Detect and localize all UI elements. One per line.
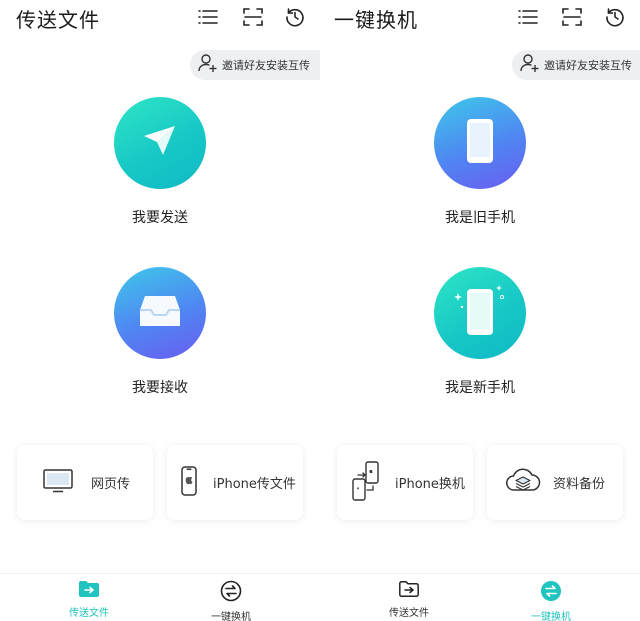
new-phone-button[interactable] bbox=[434, 267, 526, 359]
add-user-icon bbox=[198, 53, 218, 77]
new-phone-sparkle-icon bbox=[450, 283, 510, 343]
send-label: 我要发送 bbox=[132, 210, 188, 226]
iphone-transfer-card[interactable]: iPhone传文件 bbox=[167, 445, 303, 520]
data-backup-card[interactable]: 资料备份 bbox=[487, 445, 623, 520]
card-label: iPhone换机 bbox=[395, 477, 465, 492]
tab-label: 传送文件 bbox=[69, 608, 109, 619]
monitor-icon bbox=[43, 468, 73, 497]
invite-friends-button[interactable]: 邀请好友安装互传 bbox=[190, 50, 320, 80]
new-phone-label: 我是新手机 bbox=[445, 380, 515, 396]
card-label: 网页传 bbox=[91, 477, 131, 492]
card-label: 资料备份 bbox=[553, 477, 606, 492]
folder-icon bbox=[398, 580, 420, 602]
bottom-tab-bar: 传送文件 一键换机 bbox=[0, 573, 320, 621]
receive-button[interactable] bbox=[114, 267, 206, 359]
tab-transfer-files[interactable]: 传送文件 bbox=[364, 580, 454, 619]
scan-icon[interactable] bbox=[560, 6, 584, 28]
cloud-backup-icon bbox=[505, 466, 541, 500]
phone-clone-screen: 一键换机 邀请好友安装互传 我是旧手机 我是新手机 iPhone换机 资料备份 … bbox=[320, 0, 640, 621]
page-title: 一键换机 bbox=[334, 8, 418, 32]
invite-friends-button[interactable]: 邀请好友安装互传 bbox=[512, 50, 640, 80]
receive-label: 我要接收 bbox=[132, 380, 188, 396]
swap-icon bbox=[220, 580, 242, 606]
card-label: iPhone传文件 bbox=[213, 477, 296, 492]
send-button[interactable] bbox=[114, 97, 206, 189]
inbox-icon bbox=[139, 294, 181, 332]
tab-transfer-files[interactable]: 传送文件 bbox=[44, 580, 134, 619]
tab-label: 一键换机 bbox=[531, 612, 571, 621]
tab-phone-clone[interactable]: 一键换机 bbox=[186, 580, 276, 621]
iphone-clone-card[interactable]: iPhone换机 bbox=[337, 445, 473, 520]
menu-list-icon[interactable] bbox=[196, 6, 220, 28]
history-icon[interactable] bbox=[603, 6, 627, 28]
iphone-icon bbox=[181, 465, 197, 500]
phone-icon bbox=[465, 117, 495, 169]
history-icon[interactable] bbox=[283, 6, 307, 28]
bottom-tab-bar: 传送文件 一键换机 bbox=[320, 573, 640, 621]
invite-label: 邀请好友安装互传 bbox=[222, 59, 310, 72]
menu-list-icon[interactable] bbox=[516, 6, 540, 28]
send-arrow-icon bbox=[140, 121, 180, 165]
tab-phone-clone[interactable]: 一键换机 bbox=[506, 580, 596, 621]
old-phone-button[interactable] bbox=[434, 97, 526, 189]
old-phone-label: 我是旧手机 bbox=[445, 210, 515, 226]
invite-label: 邀请好友安装互传 bbox=[544, 59, 632, 72]
transfer-files-screen: 传送文件 邀请好友安装互传 我要发送 我要接收 网页传 iPhone传文件 传送… bbox=[0, 0, 320, 621]
scan-icon[interactable] bbox=[241, 6, 265, 28]
tab-label: 传送文件 bbox=[389, 608, 429, 619]
swap-icon bbox=[540, 580, 562, 606]
tab-label: 一键换机 bbox=[211, 612, 251, 621]
page-title: 传送文件 bbox=[16, 8, 100, 32]
web-transfer-card[interactable]: 网页传 bbox=[17, 445, 153, 520]
folder-icon bbox=[78, 580, 100, 602]
add-user-icon bbox=[520, 53, 540, 77]
phone-swap-icon bbox=[351, 460, 381, 505]
